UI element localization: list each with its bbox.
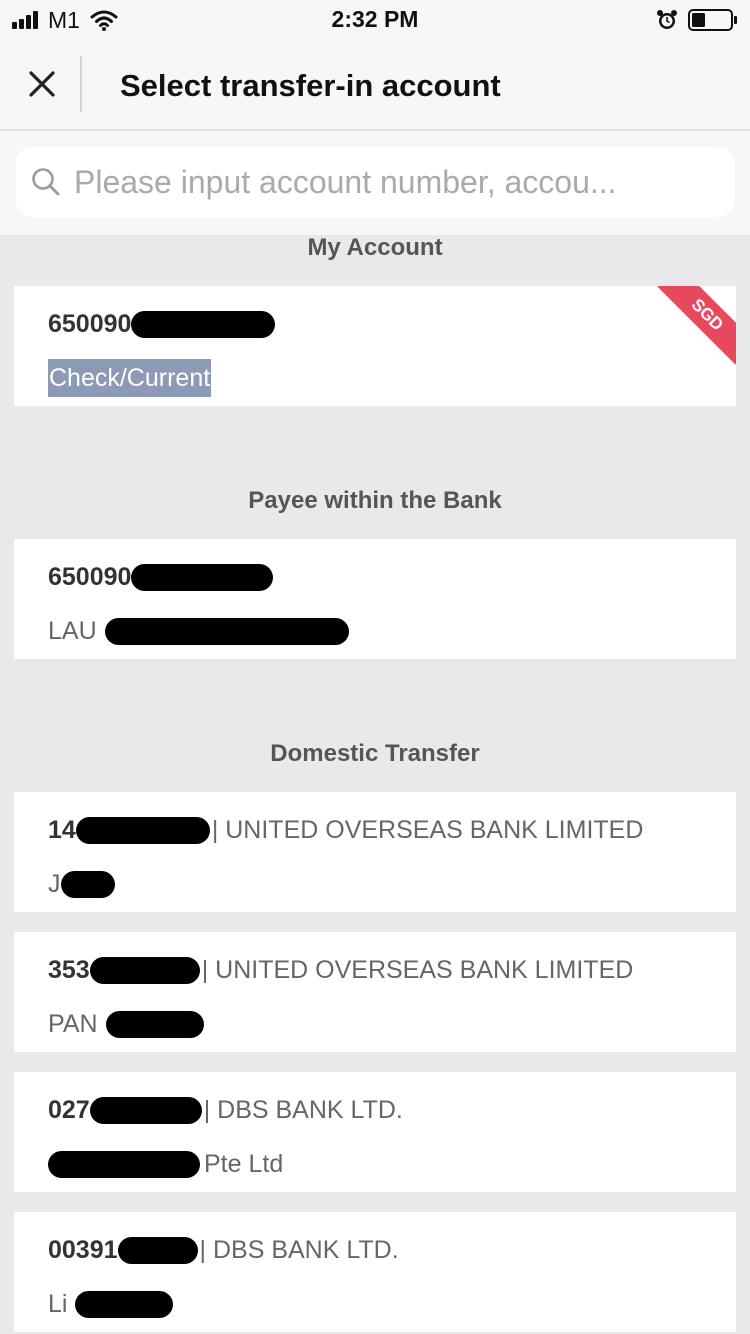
- account-number: 650090: [48, 308, 276, 340]
- account-type-badge: Check/Current: [48, 359, 212, 397]
- redacted-payee-name: [104, 617, 349, 645]
- section-title-my-account: My Account: [307, 234, 443, 261]
- redacted-account-number: [89, 956, 200, 984]
- search-icon: [32, 168, 60, 196]
- search-box[interactable]: [16, 147, 734, 217]
- account-number: 14 | UNITED OVERSEAS BANK LIMITED: [48, 814, 643, 846]
- account-number: 027 | DBS BANK LTD.: [48, 1094, 403, 1126]
- bank-name: | DBS BANK LTD.: [203, 1095, 403, 1124]
- payee-name-prefix: LAU: [48, 616, 97, 645]
- account-number-prefix: 027: [48, 1095, 90, 1124]
- status-bar-right: [656, 8, 738, 32]
- account-number: 00391 | DBS BANK LTD.: [48, 1234, 399, 1266]
- payee-name-row: Li: [48, 1288, 174, 1320]
- payee-name-row: J: [48, 868, 115, 900]
- battery-icon: [688, 9, 737, 31]
- alarm-icon: [657, 10, 677, 29]
- section-title-payee-within-bank: Payee within the Bank: [248, 487, 502, 514]
- nav-header: Select transfer-in account: [0, 40, 750, 130]
- page-title: Select transfer-in account: [120, 68, 501, 103]
- redacted-account-number: [75, 816, 210, 844]
- close-icon: [29, 71, 55, 97]
- close-button[interactable]: [22, 64, 62, 104]
- domestic-payee-card[interactable]: 00391 | DBS BANK LTD. Li: [14, 1212, 736, 1332]
- currency-ribbon: SGD: [657, 286, 736, 365]
- bank-name: | UNITED OVERSEAS BANK LIMITED: [201, 955, 634, 984]
- redacted-payee-name: [48, 1150, 200, 1178]
- search-input[interactable]: [74, 152, 714, 212]
- status-time: 2:32 PM: [331, 6, 419, 32]
- redacted-payee-name: [60, 870, 115, 898]
- account-number: 353 | UNITED OVERSEAS BANK LIMITED: [48, 954, 633, 986]
- payee-name-row: Pte Ltd: [48, 1148, 283, 1180]
- bank-name: | UNITED OVERSEAS BANK LIMITED: [211, 815, 644, 844]
- payee-name-row: LAU: [48, 615, 349, 647]
- account-type-row: Check/Current: [48, 359, 212, 397]
- payee-name-prefix: PAN: [48, 1009, 98, 1038]
- payee-card[interactable]: 650090 LAU: [14, 539, 736, 659]
- redacted-payee-name: [75, 1290, 174, 1318]
- redacted-account-number: [117, 1236, 198, 1264]
- section-title-domestic-transfer: Domestic Transfer: [270, 740, 480, 767]
- account-number: 650090: [48, 561, 274, 593]
- header-divider: [80, 56, 82, 112]
- domestic-payee-card[interactable]: 14 | UNITED OVERSEAS BANK LIMITED J: [14, 792, 736, 912]
- redacted-account-number: [131, 310, 276, 338]
- status-bar: M1 2:32 PM: [0, 0, 750, 40]
- account-card-my-account[interactable]: 650090 Check/Current SGD: [14, 286, 736, 406]
- payee-name-prefix: Li: [48, 1289, 68, 1318]
- payee-name-prefix: J: [48, 869, 61, 898]
- account-number-prefix: 353: [48, 955, 90, 984]
- bank-name: | DBS BANK LTD.: [199, 1235, 399, 1264]
- redacted-account-number: [89, 1096, 202, 1124]
- account-number-prefix: 650090: [48, 562, 132, 591]
- redacted-account-number: [131, 563, 274, 591]
- payee-name-row: PAN: [48, 1008, 204, 1040]
- search-area: [0, 131, 750, 235]
- redacted-payee-name: [105, 1010, 204, 1038]
- payee-name-suffix: Pte Ltd: [204, 1149, 284, 1178]
- domestic-payee-card[interactable]: 353 | UNITED OVERSEAS BANK LIMITED PAN: [14, 932, 736, 1052]
- account-number-prefix: 00391: [48, 1235, 118, 1264]
- account-number-prefix: 14: [48, 815, 76, 844]
- account-number-prefix: 650090: [48, 309, 132, 338]
- domestic-payee-card[interactable]: 027 | DBS BANK LTD. Pte Ltd: [14, 1072, 736, 1192]
